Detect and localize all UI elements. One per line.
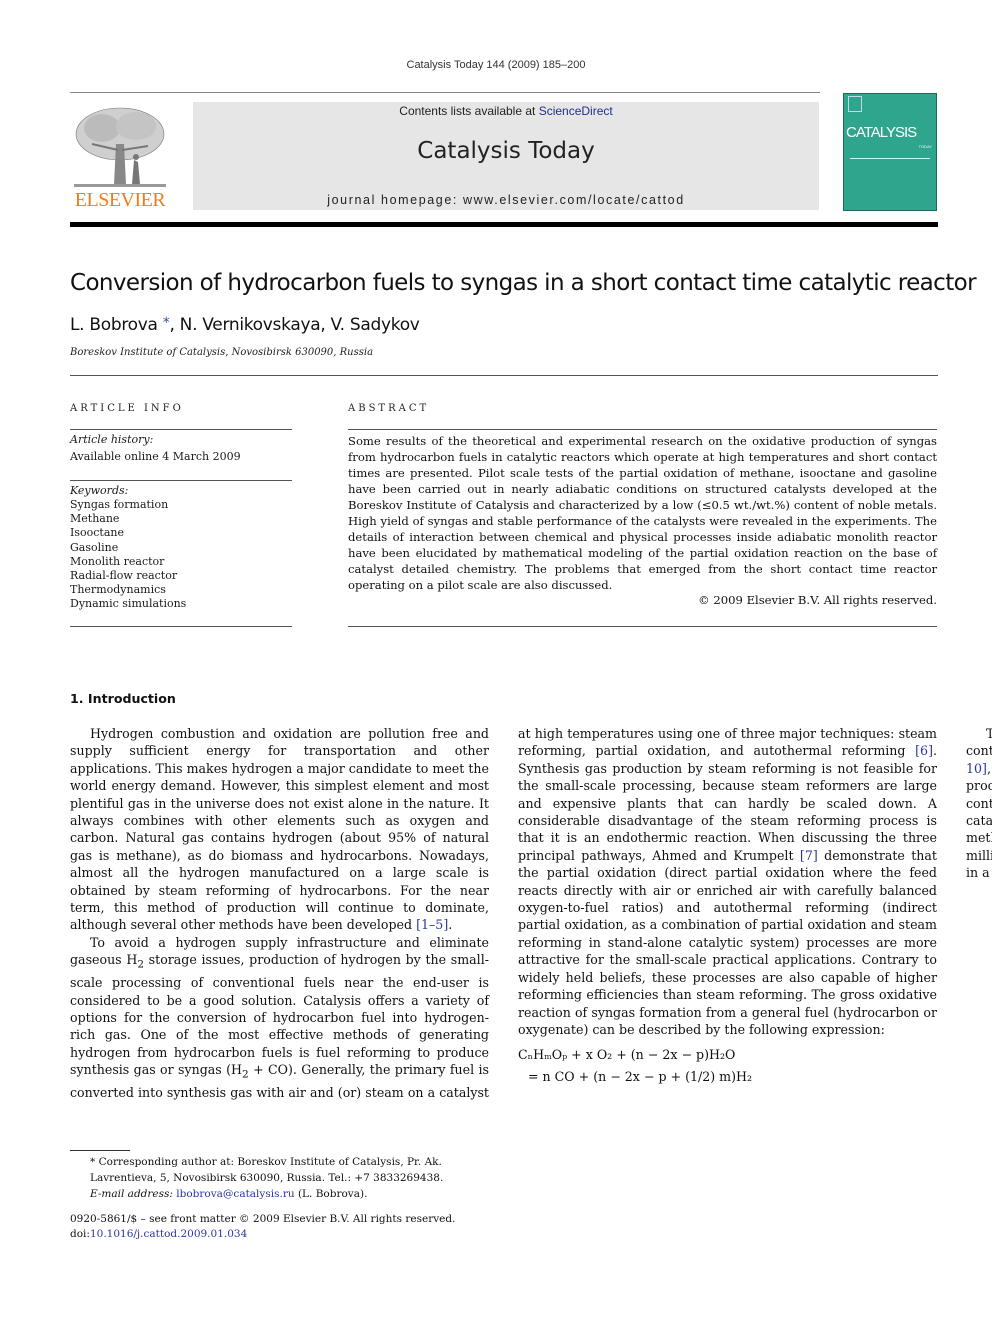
sciencedirect-link[interactable]: ScienceDirect xyxy=(539,104,613,118)
article-history-label: Article history: xyxy=(70,433,154,446)
journal-homepage-link[interactable]: journal homepage: www.elsevier.com/locat… xyxy=(193,193,819,207)
email-note: E-mail address: lbobrova@catalysis.ru (L… xyxy=(70,1186,490,1202)
cover-emblem xyxy=(848,96,862,112)
page-footer: 0920-5861/$ – see front matter © 2009 El… xyxy=(70,1212,455,1242)
abstract-copyright: © 2009 Elsevier B.V. All rights reserved… xyxy=(698,593,937,607)
cover-subtitle: TODAY xyxy=(918,144,932,149)
keyword-item: Radial-flow reactor xyxy=(70,569,178,583)
running-head: Catalysis Today 144 (2009) 185–200 xyxy=(406,59,586,71)
doi-line: doi:10.1016/j.cattod.2009.01.034 xyxy=(70,1227,455,1242)
email-link[interactable]: lbobrova@catalysis.ru xyxy=(176,1188,294,1200)
abstract-bottom-divider xyxy=(348,626,937,627)
elsevier-logo[interactable]: ELSEVIER xyxy=(70,100,170,212)
paragraph-text: , there has been a significant interest … xyxy=(966,760,992,881)
keyword-item: Monolith reactor xyxy=(70,554,165,568)
keyword-item: Dynamic simulations xyxy=(70,597,187,611)
article-history-value: Available online 4 March 2009 xyxy=(70,450,241,463)
header-divider xyxy=(70,92,820,93)
keyword-item: Methane xyxy=(70,512,120,526)
masthead-rule xyxy=(70,222,938,227)
doi-label: doi: xyxy=(70,1228,90,1240)
history-divider xyxy=(70,480,292,481)
equation: CₙHₘOₚ + x O₂ + (n − 2x − p)H₂O = n CO +… xyxy=(518,1044,937,1088)
citation-link[interactable]: [6] xyxy=(915,743,933,758)
subscript: 2 xyxy=(137,958,144,971)
footnote-rule xyxy=(70,1150,130,1151)
abstract-divider xyxy=(348,429,937,430)
equation-line: = n CO + (n − 2x − p + (1/2) m)H₂ xyxy=(528,1069,753,1085)
citation-link[interactable]: [1–5] xyxy=(416,917,448,932)
author-first[interactable]: L. Bobrova xyxy=(70,315,158,335)
paragraph-text: storage issues, production of hydrogen b… xyxy=(70,952,489,1078)
issn-line: 0920-5861/$ – see front matter © 2009 El… xyxy=(70,1213,456,1225)
email-label: E-mail address: xyxy=(90,1188,177,1200)
corresponding-author-note: * Corresponding author at: Boreskov Inst… xyxy=(90,1156,444,1184)
journal-title: Catalysis Today xyxy=(417,138,595,164)
elsevier-wordmark: ELSEVIER xyxy=(74,189,166,211)
abstract-heading: ABSTRACT xyxy=(348,403,430,414)
author-list: L. Bobrova *, N. Vernikovskaya, V. Sadyk… xyxy=(70,315,420,335)
article-info-divider xyxy=(70,429,292,430)
paragraph: The process is carried out in the presen… xyxy=(966,725,992,882)
keyword-item: Gasoline xyxy=(70,540,119,554)
paragraph: Hydrogen combustion and oxidation are po… xyxy=(70,725,489,934)
keywords-list: Syngas formation Methane Isooctane Gasol… xyxy=(70,498,292,612)
title-divider xyxy=(70,375,938,376)
contents-line: Contents lists available at ScienceDirec… xyxy=(193,104,819,118)
equation-line: CₙHₘOₚ + x O₂ + (n − 2x − p)H₂O xyxy=(518,1047,736,1063)
body-column-left: Hydrogen combustion and oxidation are po… xyxy=(70,725,992,1112)
journal-banner: Contents lists available at ScienceDirec… xyxy=(193,102,819,210)
doi-link[interactable]: 10.1016/j.cattod.2009.01.034 xyxy=(90,1228,247,1240)
section-heading-introduction: 1. Introduction xyxy=(70,691,176,706)
paragraph-text: . Synthesis gas production by steam refo… xyxy=(518,743,937,863)
footnotes: * Corresponding author at: Boreskov Inst… xyxy=(70,1154,490,1202)
keyword-item: Syngas formation xyxy=(70,498,169,511)
elsevier-tree-icon xyxy=(74,107,166,187)
paragraph-text: . xyxy=(448,917,453,933)
paragraph-text: The process is carried out in the presen… xyxy=(966,726,992,759)
contents-prefix: Contents lists available at xyxy=(399,104,539,118)
cover-text-line xyxy=(850,158,930,159)
keywords-label: Keywords: xyxy=(70,484,129,497)
cover-title: CATALYSIS xyxy=(846,124,917,141)
journal-cover-image[interactable]: CATALYSIS TODAY xyxy=(843,93,937,211)
abstract-text: Some results of the theoretical and expe… xyxy=(348,434,937,592)
email-suffix: (L. Bobrova). xyxy=(294,1188,368,1200)
paragraph-text: demonstrate that the partial oxidation (… xyxy=(518,847,937,1037)
keyword-item: Isooctane xyxy=(70,526,124,540)
article-title: Conversion of hydrocarbon fuels to synga… xyxy=(70,270,977,296)
paragraph-text: Hydrogen combustion and oxidation are po… xyxy=(70,726,489,933)
affiliation: Boreskov Institute of Catalysis, Novosib… xyxy=(70,347,374,358)
keywords-divider xyxy=(70,626,292,627)
article-info-heading: ARTICLE INFO xyxy=(70,403,184,414)
subscript: 2 xyxy=(242,1068,249,1081)
keyword-item: Thermodynamics xyxy=(70,583,166,597)
author-others: , N. Vernikovskaya, V. Sadykov xyxy=(169,315,420,335)
citation-link[interactable]: [7] xyxy=(800,848,818,863)
